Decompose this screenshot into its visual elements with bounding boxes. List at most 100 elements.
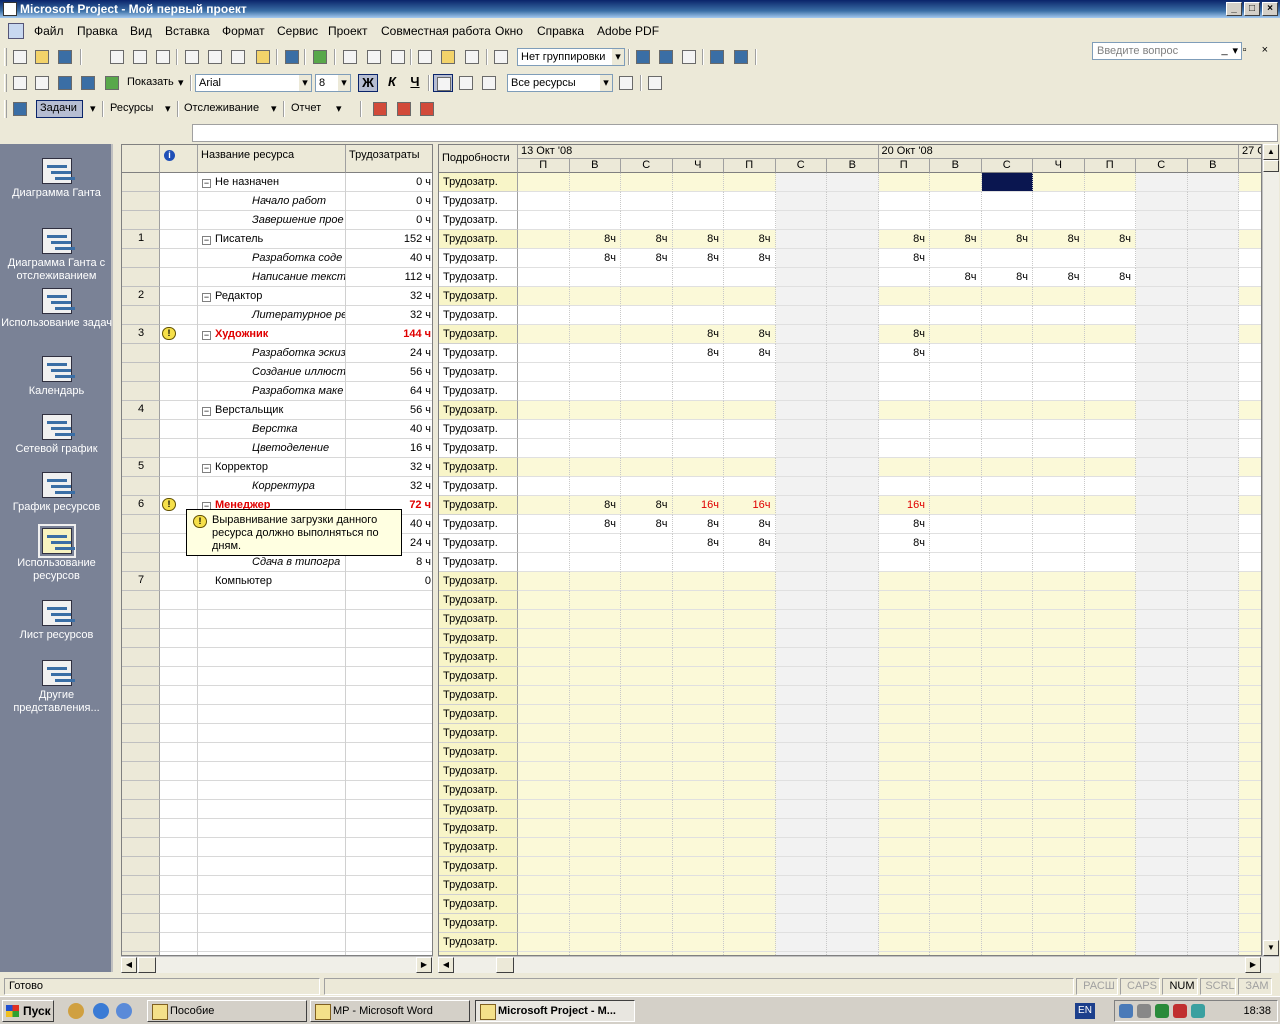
work-cell[interactable] xyxy=(1084,876,1136,895)
work-cell[interactable] xyxy=(621,420,673,439)
italic-button[interactable]: К xyxy=(382,74,402,92)
work-cell[interactable] xyxy=(775,876,827,895)
work-cell[interactable] xyxy=(878,572,930,591)
work-cell[interactable] xyxy=(518,477,570,496)
work-cell[interactable] xyxy=(1187,876,1239,895)
work-cell[interactable] xyxy=(1239,933,1261,952)
work-cell[interactable] xyxy=(1187,534,1239,553)
empty-row[interactable] xyxy=(122,914,432,933)
collapse-icon[interactable]: − xyxy=(202,464,211,473)
work-cell[interactable] xyxy=(724,306,776,325)
work-cell[interactable] xyxy=(518,819,570,838)
work-cell[interactable] xyxy=(827,401,879,420)
zoom-in-icon[interactable] xyxy=(633,48,653,66)
work-cell[interactable] xyxy=(981,857,1033,876)
work-cell[interactable] xyxy=(1084,363,1136,382)
work-cell[interactable] xyxy=(1084,515,1136,534)
maximize-button[interactable]: □ xyxy=(1244,2,1260,16)
view-gantt-chart[interactable]: Диаграмма Ганта xyxy=(0,158,113,200)
work-cell[interactable] xyxy=(1187,306,1239,325)
undo-icon[interactable] xyxy=(282,48,302,66)
work-cell[interactable] xyxy=(878,553,930,572)
new-file-icon[interactable] xyxy=(10,48,30,66)
work-cell[interactable] xyxy=(1084,249,1136,268)
work-cell[interactable] xyxy=(827,838,879,857)
work-cell[interactable]: 8ч xyxy=(981,268,1033,287)
work-cell[interactable] xyxy=(1239,648,1261,667)
work-cell[interactable] xyxy=(930,515,982,534)
work-cell[interactable] xyxy=(775,515,827,534)
empty-row[interactable] xyxy=(122,610,432,629)
work-cell[interactable] xyxy=(1187,249,1239,268)
work-cell[interactable] xyxy=(1239,344,1261,363)
work-cell[interactable] xyxy=(672,382,724,401)
work-cell[interactable] xyxy=(1084,895,1136,914)
work-cell[interactable] xyxy=(569,648,621,667)
work-cell[interactable] xyxy=(672,268,724,287)
work-cell[interactable] xyxy=(621,268,673,287)
work-cell[interactable] xyxy=(1136,401,1188,420)
work-cell[interactable] xyxy=(724,382,776,401)
work-cell[interactable] xyxy=(1033,781,1085,800)
work-cell[interactable] xyxy=(518,439,570,458)
work-cell[interactable] xyxy=(518,306,570,325)
table-row[interactable]: Завершение прое 0 ч xyxy=(122,211,432,230)
work-cell[interactable]: 8ч xyxy=(878,344,930,363)
format-painter-icon[interactable] xyxy=(253,48,273,66)
work-cell[interactable] xyxy=(775,268,827,287)
collapse-icon[interactable]: − xyxy=(202,293,211,302)
work-cell[interactable] xyxy=(569,762,621,781)
work-cell[interactable] xyxy=(930,591,982,610)
work-cell[interactable] xyxy=(1187,762,1239,781)
work-cell[interactable] xyxy=(1033,173,1085,192)
work-cell[interactable] xyxy=(518,762,570,781)
work-cell[interactable] xyxy=(1187,382,1239,401)
work-cell[interactable] xyxy=(672,743,724,762)
work-cell[interactable] xyxy=(1187,211,1239,230)
work-cell[interactable] xyxy=(981,420,1033,439)
work-cell[interactable] xyxy=(1084,857,1136,876)
work-cell[interactable] xyxy=(1239,363,1261,382)
work-cell[interactable] xyxy=(981,211,1033,230)
work-cell[interactable] xyxy=(1187,173,1239,192)
work-cell[interactable] xyxy=(1136,268,1188,287)
work-cell[interactable] xyxy=(1239,724,1261,743)
work-cell[interactable] xyxy=(518,192,570,211)
work-cell[interactable]: 8ч xyxy=(724,230,776,249)
work-cell[interactable] xyxy=(1187,629,1239,648)
work-cell[interactable] xyxy=(724,667,776,686)
work-cell[interactable] xyxy=(827,876,879,895)
work-cell[interactable] xyxy=(1187,268,1239,287)
work-cell[interactable] xyxy=(672,667,724,686)
grid-scroll-right-icon[interactable]: ▶ xyxy=(1245,957,1261,973)
work-cell[interactable] xyxy=(621,192,673,211)
work-cell[interactable] xyxy=(724,876,776,895)
work-cell[interactable] xyxy=(775,762,827,781)
work-cell[interactable] xyxy=(569,610,621,629)
work-cell[interactable] xyxy=(621,914,673,933)
scroll-down-icon[interactable]: ▼ xyxy=(1263,940,1279,956)
work-cell[interactable] xyxy=(518,705,570,724)
work-cell[interactable] xyxy=(1033,667,1085,686)
work-cell[interactable] xyxy=(724,211,776,230)
work-cell[interactable] xyxy=(775,211,827,230)
menu-8[interactable]: Окно xyxy=(495,24,523,38)
work-cell[interactable] xyxy=(621,648,673,667)
work-cell[interactable] xyxy=(827,306,879,325)
menu-0[interactable]: Файл xyxy=(34,24,64,38)
work-cell[interactable] xyxy=(569,287,621,306)
work-cell[interactable] xyxy=(878,857,930,876)
assign-resources-icon[interactable] xyxy=(462,48,482,66)
work-cell[interactable] xyxy=(1136,306,1188,325)
work-cell[interactable] xyxy=(1187,591,1239,610)
work-cell[interactable] xyxy=(1239,705,1261,724)
work-cell[interactable] xyxy=(1136,610,1188,629)
tasks-guide-button[interactable]: Задачи xyxy=(36,100,83,118)
show-outline-icon[interactable] xyxy=(102,74,122,92)
work-cell[interactable] xyxy=(1136,914,1188,933)
work-cell[interactable] xyxy=(1033,534,1085,553)
work-cell[interactable] xyxy=(1239,192,1261,211)
work-cell[interactable] xyxy=(1187,705,1239,724)
empty-row[interactable] xyxy=(122,686,432,705)
work-cell[interactable] xyxy=(1033,382,1085,401)
